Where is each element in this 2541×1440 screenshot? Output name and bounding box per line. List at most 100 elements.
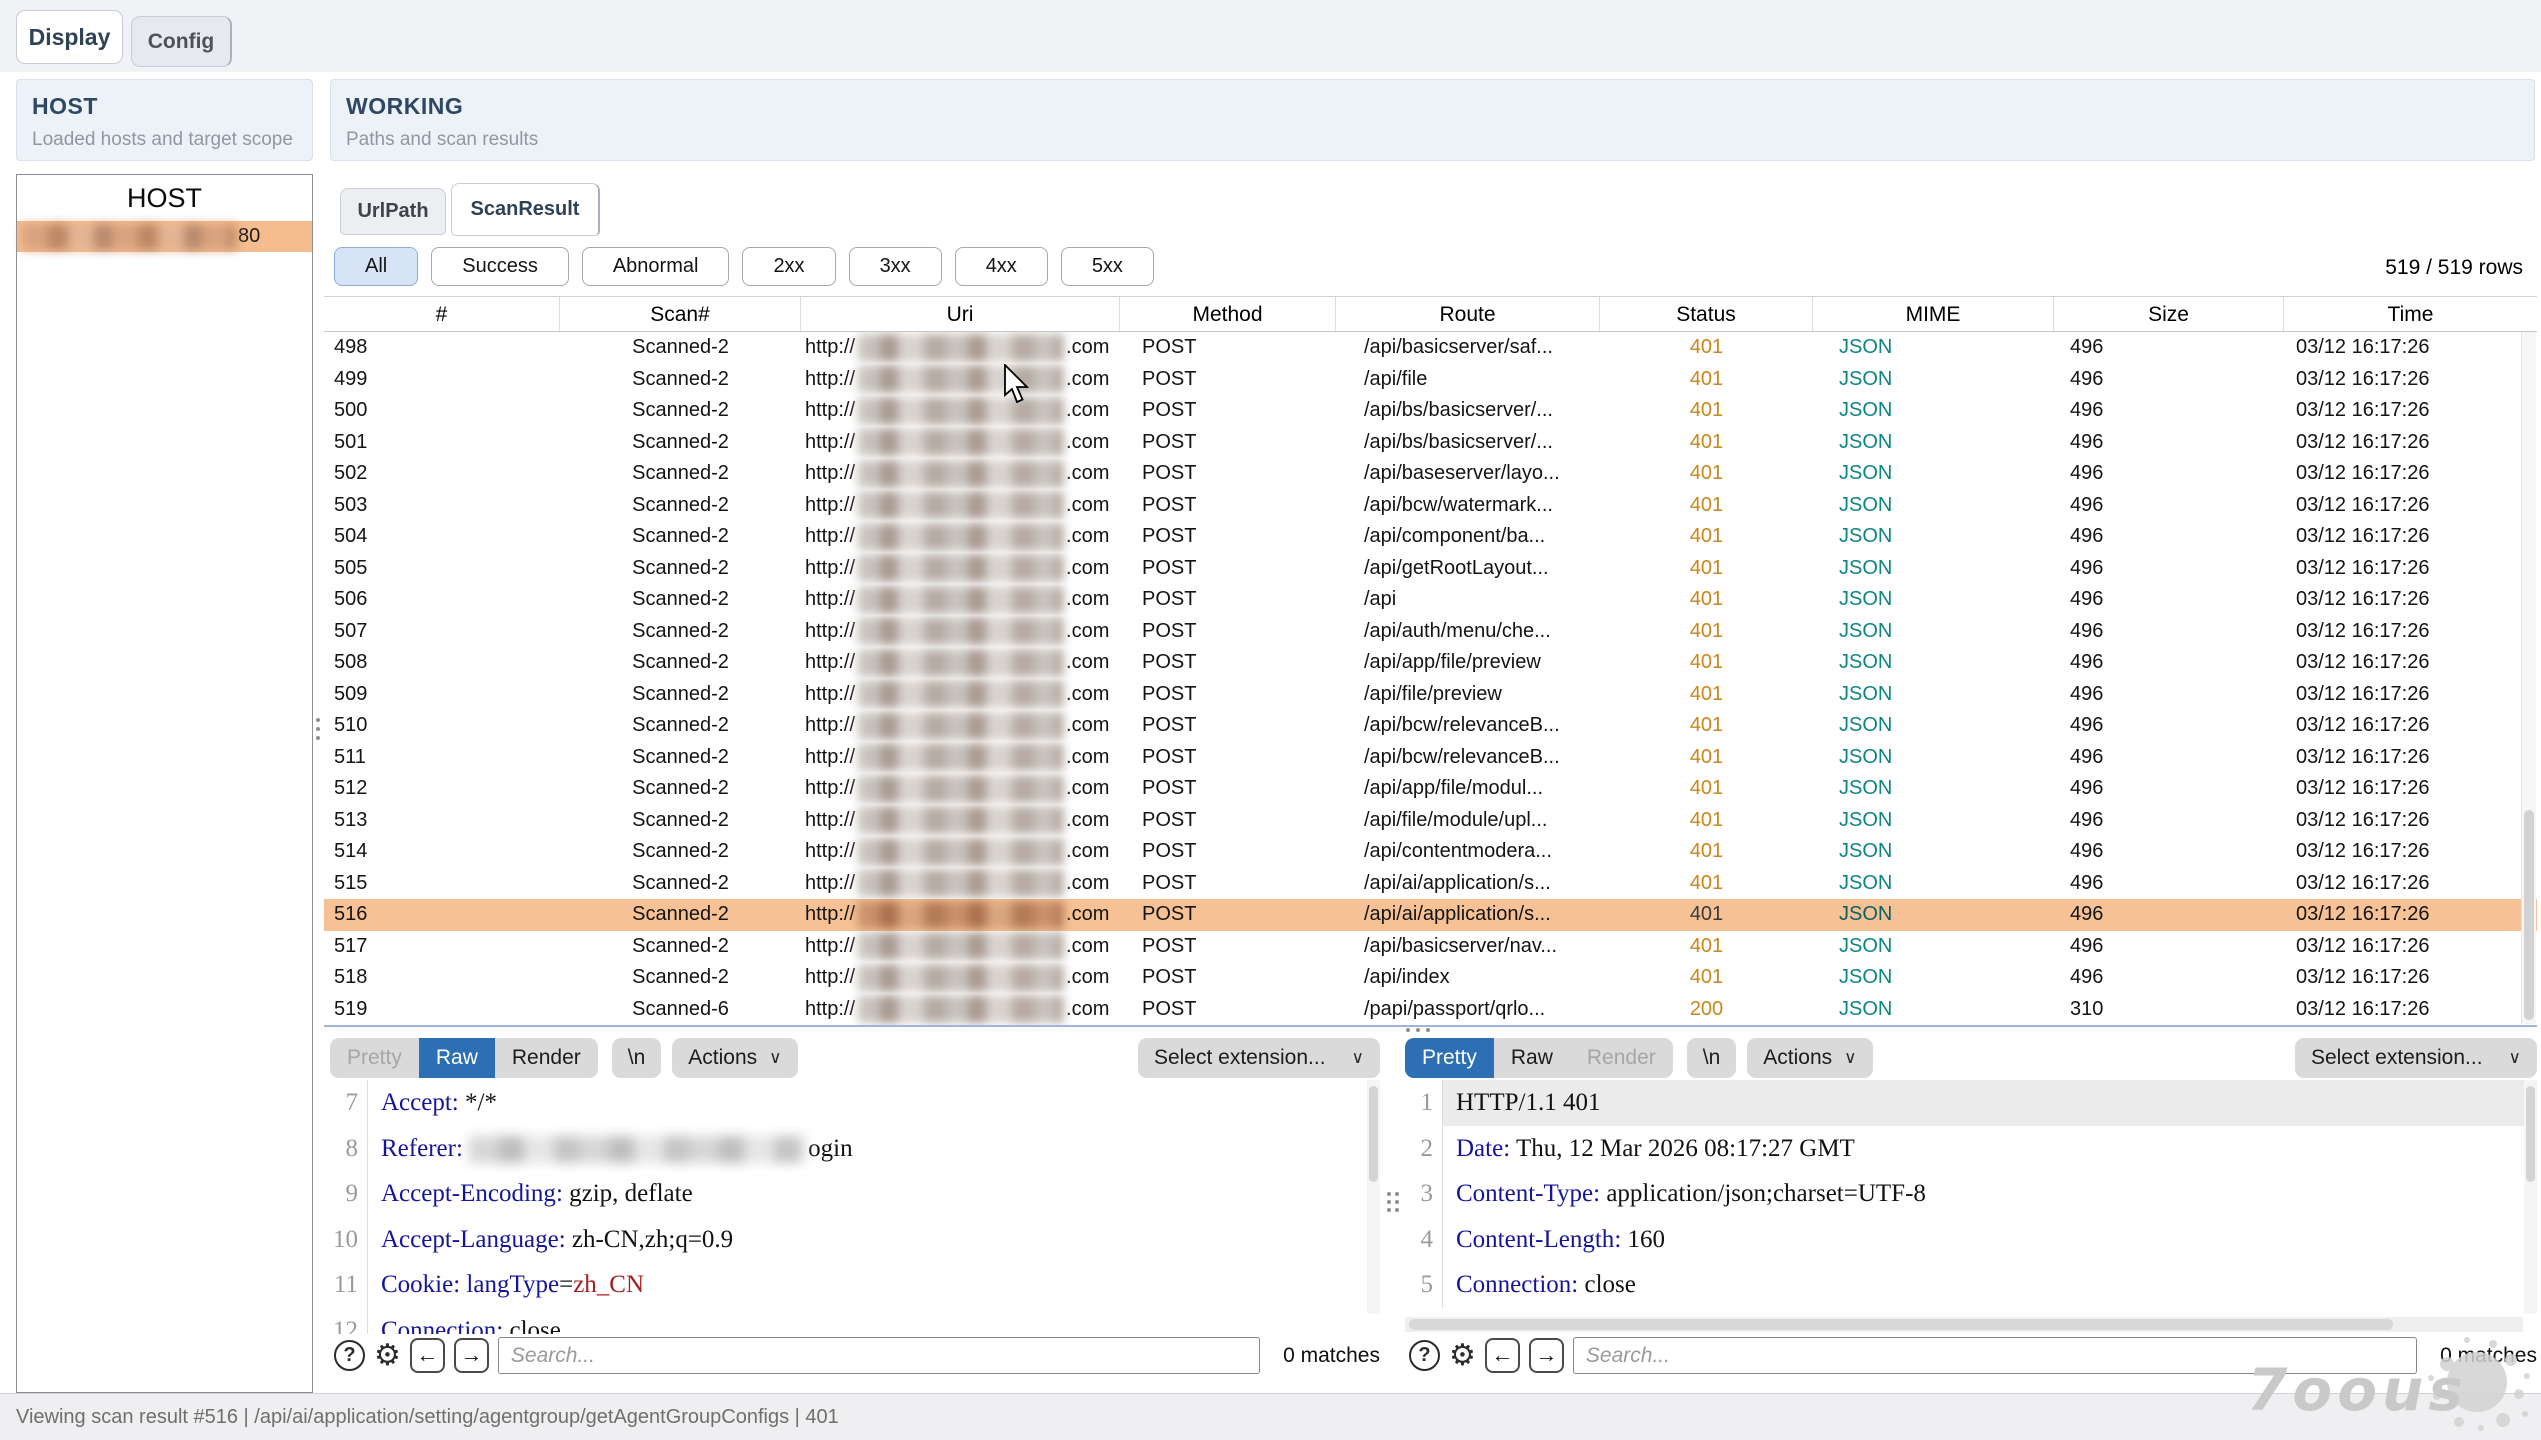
next-match-button[interactable]: → [454,1338,489,1373]
search-input[interactable] [498,1337,1260,1374]
previous-match-button[interactable]: ← [410,1338,445,1373]
table-row[interactable]: 513 Scanned-2 http://.com POST /api/file… [324,805,2537,837]
table-row[interactable]: 506 Scanned-2 http://.com POST /api 401 … [324,584,2537,616]
filter-button[interactable]: All [334,247,418,286]
table-row[interactable]: 512 Scanned-2 http://.com POST /api/app/… [324,773,2537,805]
gear-icon[interactable]: ⚙ [374,1340,401,1371]
table-row[interactable]: 505 Scanned-2 http://.com POST /api/getR… [324,553,2537,585]
response-horizontal-scrollbar[interactable] [1405,1317,2523,1332]
header-name: Content-Length [1456,1226,1614,1253]
table-row[interactable]: 500 Scanned-2 http://.com POST /api/bs/b… [324,395,2537,427]
table-scrollbar-thumb[interactable] [2524,810,2534,1020]
cell-scan: Scanned-2 [560,395,801,427]
help-icon[interactable]: ? [1409,1340,1440,1371]
cell-mime: JSON [1813,868,2054,900]
table-row[interactable]: 508 Scanned-2 http://.com POST /api/app/… [324,647,2537,679]
filter-button[interactable]: Abnormal [582,247,730,286]
cell-mime: JSON [1813,994,2054,1026]
cell-scan: Scanned-2 [560,647,801,679]
actions-button[interactable]: Actions ∨ [1747,1038,1872,1078]
header-value: Thu, 12 Mar 2026 08:17:27 GMT [1516,1135,1855,1162]
column-header[interactable]: Time [2284,297,2537,333]
cell-number: 514 [324,836,560,868]
next-match-button[interactable]: → [1529,1338,1564,1373]
tab-config[interactable]: Config [131,16,232,67]
column-header[interactable]: Uri [801,297,1120,333]
table-row[interactable]: 511 Scanned-2 http://.com POST /api/bcw/… [324,742,2537,774]
table-row[interactable]: 509 Scanned-2 http://.com POST /api/file… [324,679,2537,711]
response-editor-content[interactable]: 1 HTTP/1.1 401 2 Date: Thu, 12 Mar 2026 … [1405,1080,2537,1334]
render-tab[interactable]: Render [495,1038,598,1078]
pretty-tab[interactable]: Pretty [1405,1038,1494,1078]
cell-number: 519 [324,994,560,1026]
table-row[interactable]: 517 Scanned-2 http://.com POST /api/basi… [324,931,2537,963]
column-header[interactable]: Size [2054,297,2284,333]
table-scrollbar[interactable] [2521,332,2536,1024]
table-row[interactable]: 514 Scanned-2 http://.com POST /api/cont… [324,836,2537,868]
previous-match-button[interactable]: ← [1485,1338,1520,1373]
scrollbar-thumb[interactable] [2526,1086,2535,1182]
table-row[interactable]: 502 Scanned-2 http://.com POST /api/base… [324,458,2537,490]
cell-size: 496 [2054,427,2284,459]
column-header[interactable]: Route [1336,297,1600,333]
cookie-name: langType [466,1271,559,1298]
cell-mime: JSON [1813,521,2054,553]
filter-button[interactable]: 3xx [849,247,942,286]
gear-icon[interactable]: ⚙ [1449,1340,1476,1371]
table-row[interactable]: 515 Scanned-2 http://.com POST /api/ai/a… [324,868,2537,900]
cell-status: 401 [1600,332,1813,364]
response-editor-scrollbar[interactable] [2524,1080,2537,1314]
table-row[interactable]: 504 Scanned-2 http://.com POST /api/comp… [324,521,2537,553]
filter-button[interactable]: 4xx [955,247,1048,286]
scrollbar-thumb[interactable] [1409,1319,2393,1330]
column-header[interactable]: Method [1120,297,1336,333]
raw-tab[interactable]: Raw [1494,1038,1570,1078]
table-row[interactable]: 516 Scanned-2 http://.com POST /api/ai/a… [324,899,2537,931]
cell-status: 401 [1600,773,1813,805]
render-tab[interactable]: Render [1570,1038,1673,1078]
search-input[interactable] [1573,1337,2417,1374]
newline-toggle-button[interactable]: \n [612,1038,662,1078]
cell-uri: http://.com [801,458,1120,490]
raw-tab[interactable]: Raw [419,1038,495,1078]
help-icon[interactable]: ? [334,1340,365,1371]
cell-uri: http://.com [801,868,1120,900]
header-separator: : [1503,1135,1516,1162]
table-row[interactable]: 499 Scanned-2 http://.com POST /api/file… [324,364,2537,396]
horizontal-splitter-handle[interactable] [1406,1028,1430,1032]
editor-splitter-handle[interactable] [1387,1192,1399,1212]
filter-button[interactable]: 5xx [1061,247,1154,286]
tab-display[interactable]: Display [16,10,123,64]
cell-number: 508 [324,647,560,679]
uri-suffix: .com [1066,525,1109,547]
select-extension-dropdown[interactable]: Select extension... ∨ [2295,1038,2537,1078]
column-header[interactable]: Status [1600,297,1813,333]
table-row[interactable]: 518 Scanned-2 http://.com POST /api/inde… [324,962,2537,994]
column-header[interactable]: MIME [1813,297,2054,333]
redacted-uri-host [858,428,1063,456]
table-row[interactable]: 510 Scanned-2 http://.com POST /api/bcw/… [324,710,2537,742]
tab-scanresult[interactable]: ScanResult [451,183,600,236]
column-header[interactable]: Scan# [560,297,801,333]
pretty-tab[interactable]: Pretty [330,1038,419,1078]
column-header[interactable]: # [324,297,560,333]
table-row[interactable]: 519 Scanned-6 http://.com POST /papi/pas… [324,994,2537,1026]
table-row[interactable]: 507 Scanned-2 http://.com POST /api/auth… [324,616,2537,648]
request-editor-content[interactable]: 7 Accept: */* 8 Referer: ogin 9 Accept-E… [330,1080,1380,1334]
newline-toggle-button[interactable]: \n [1687,1038,1737,1078]
table-row[interactable]: 501 Scanned-2 http://.com POST /api/bs/b… [324,427,2537,459]
filter-button[interactable]: Success [431,247,569,286]
actions-button[interactable]: Actions ∨ [672,1038,797,1078]
line-number: 8 [330,1126,368,1172]
cell-size: 496 [2054,458,2284,490]
filter-button[interactable]: 2xx [742,247,835,286]
host-row[interactable]: 80 [17,221,312,252]
table-row[interactable]: 498 Scanned-2 http://.com POST /api/basi… [324,332,2537,364]
select-extension-dropdown[interactable]: Select extension... ∨ [1138,1038,1380,1078]
tab-urlpath[interactable]: UrlPath [340,188,446,235]
table-row[interactable]: 503 Scanned-2 http://.com POST /api/bcw/… [324,490,2537,522]
request-editor-scrollbar[interactable] [1367,1080,1380,1314]
panel-splitter-handle[interactable] [316,718,320,740]
scrollbar-thumb[interactable] [1369,1086,1378,1182]
cell-uri: http://.com [801,332,1120,364]
